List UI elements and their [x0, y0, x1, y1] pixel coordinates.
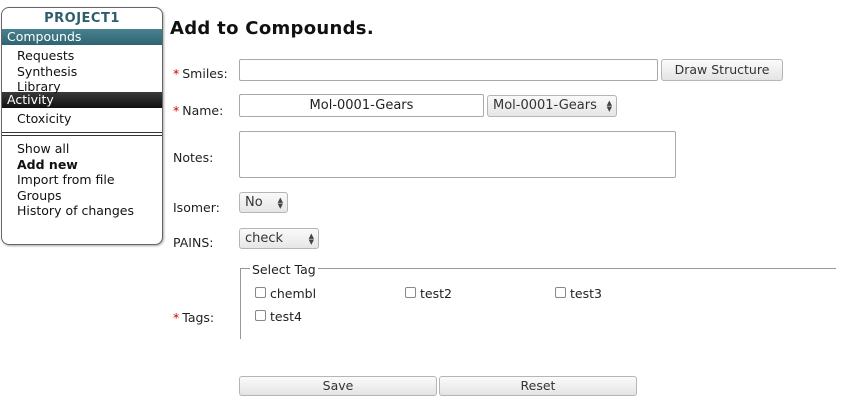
- project-title: PROJECT1: [44, 11, 120, 26]
- sidebar-section-compounds[interactable]: Compounds: [2, 29, 162, 45]
- updown-arrow-icon: ▲ ▼: [606, 99, 612, 113]
- sidebar-item-ctoxicity[interactable]: Ctoxicity: [2, 111, 162, 127]
- isomer-select-value: No: [245, 195, 263, 210]
- page-title: Add to Compounds.: [170, 18, 374, 39]
- checkbox[interactable]: [255, 310, 266, 321]
- smiles-label-text: Smiles:: [182, 66, 228, 81]
- save-button[interactable]: Save: [239, 376, 437, 396]
- sidebar-item-requests[interactable]: Requests: [2, 48, 162, 64]
- tag-fieldset: [240, 268, 836, 339]
- sidebar-action-import-from-file[interactable]: Import from file: [2, 172, 162, 188]
- name-label: * Name:: [173, 103, 223, 118]
- tags-label: * Tags:: [173, 310, 214, 325]
- sidebar-action-show-all[interactable]: Show all: [2, 141, 162, 157]
- name-label-text: Name:: [182, 103, 224, 118]
- pains-label: PAINS:: [173, 235, 214, 250]
- tag-option-label: chembl: [270, 286, 317, 301]
- pains-select[interactable]: check ▲ ▼: [239, 228, 319, 249]
- name-select[interactable]: Mol-0001-Gears ▲ ▼: [487, 95, 617, 117]
- tag-option-test2[interactable]: test2: [405, 286, 452, 301]
- name-input[interactable]: [239, 94, 484, 117]
- tag-option-label: test3: [570, 286, 602, 301]
- required-mark: *: [173, 103, 180, 118]
- smiles-input[interactable]: [239, 59, 658, 81]
- updown-arrow-icon: ▲ ▼: [308, 231, 314, 246]
- tag-fieldset-legend: Select Tag: [250, 262, 318, 277]
- tags-label-text: Tags:: [182, 310, 215, 325]
- checkbox[interactable]: [255, 287, 266, 298]
- isomer-select[interactable]: No ▲ ▼: [239, 192, 288, 213]
- checkbox[interactable]: [555, 287, 566, 298]
- required-mark: *: [173, 66, 180, 81]
- tag-option-test3[interactable]: test3: [555, 286, 602, 301]
- tag-option-label: test4: [270, 309, 302, 324]
- sidebar: PROJECT1 Compounds Requests Synthesis Li…: [1, 7, 163, 245]
- sidebar-item-synthesis[interactable]: Synthesis: [2, 64, 162, 80]
- isomer-label: Isomer:: [173, 200, 220, 215]
- draw-structure-button[interactable]: Draw Structure: [661, 59, 783, 81]
- tag-option-test4[interactable]: test4: [255, 309, 302, 324]
- notes-textarea[interactable]: [239, 131, 676, 178]
- smiles-label: * Smiles:: [173, 66, 228, 81]
- tag-option-label: test2: [420, 286, 452, 301]
- notes-label: Notes:: [173, 150, 214, 165]
- sidebar-action-history-of-changes[interactable]: History of changes: [2, 203, 162, 219]
- checkbox[interactable]: [405, 287, 416, 298]
- sidebar-action-add-new[interactable]: Add new: [2, 157, 162, 173]
- sidebar-section-activity[interactable]: Activity: [2, 91, 162, 108]
- sidebar-action-groups[interactable]: Groups: [2, 188, 162, 204]
- tag-option-chembl[interactable]: chembl: [255, 286, 316, 301]
- updown-arrow-icon: ▲ ▼: [277, 195, 283, 210]
- name-select-value: Mol-0001-Gears: [493, 98, 597, 113]
- reset-button[interactable]: Reset: [439, 376, 637, 396]
- required-mark: *: [173, 310, 180, 325]
- pains-select-value: check: [245, 231, 284, 246]
